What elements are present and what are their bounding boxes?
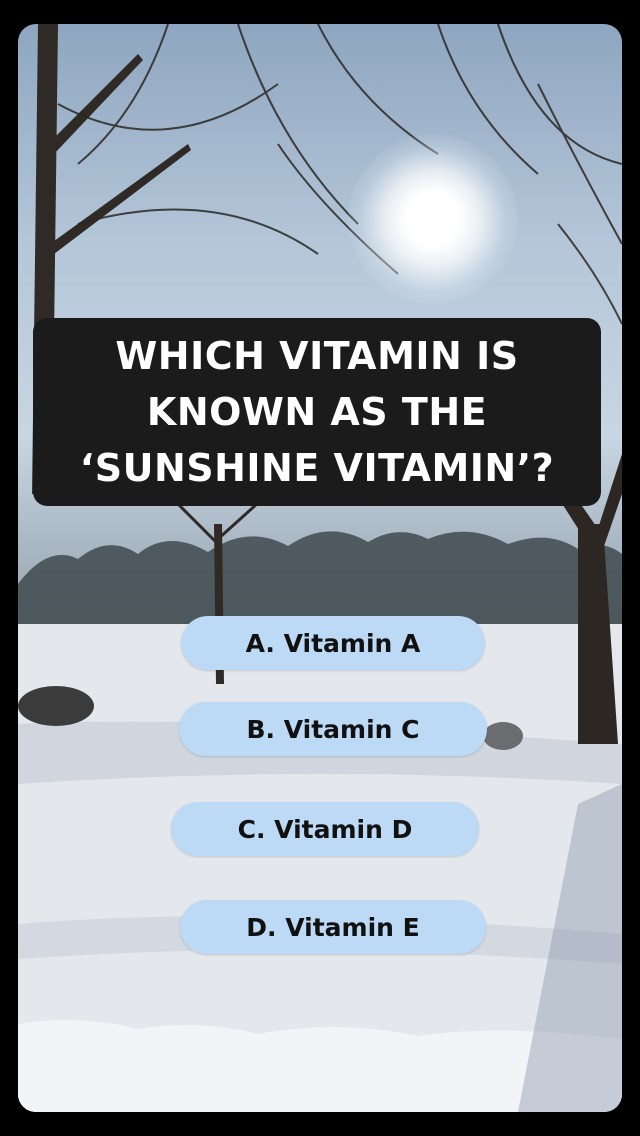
left-tree-branch-2 xyxy=(50,144,191,254)
left-tree-branch xyxy=(48,54,143,154)
rock-right xyxy=(483,722,523,750)
rock xyxy=(18,686,94,726)
answer-option-d[interactable]: D. Vitamin E xyxy=(180,900,486,954)
answer-option-a[interactable]: A. Vitamin A xyxy=(181,616,485,670)
sun-glare xyxy=(348,134,518,304)
branches xyxy=(57,24,622,325)
answer-option-c[interactable]: C. Vitamin D xyxy=(171,802,479,856)
question-text: WHICH VITAMIN IS KNOWN AS THE ‘SUNSHINE … xyxy=(79,334,555,490)
question-box: WHICH VITAMIN IS KNOWN AS THE ‘SUNSHINE … xyxy=(33,318,601,506)
answer-option-b[interactable]: B. Vitamin C xyxy=(179,702,487,756)
